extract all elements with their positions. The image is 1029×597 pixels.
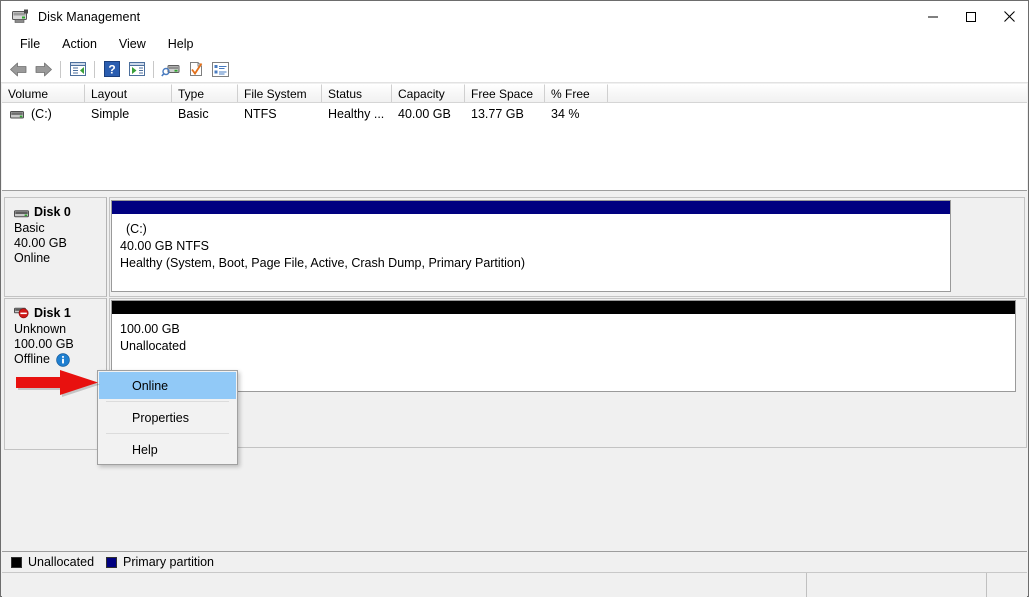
cell-file-system: NTFS [238, 107, 322, 121]
cell-free-space: 13.77 GB [465, 107, 545, 121]
column-header-percent-free[interactable]: % Free [545, 84, 608, 102]
partition-unallocated-details: 100.00 GB Unallocated [112, 314, 1015, 355]
forward-icon[interactable] [31, 58, 56, 81]
cell-layout: Simple [85, 107, 172, 121]
partition-c-size: 40.00 GB NTFS [120, 238, 950, 255]
menu-bar: File Action View Help [1, 32, 1028, 56]
close-button[interactable] [990, 1, 1028, 32]
status-pane-3 [987, 573, 1027, 597]
legend-item-primary-partition: Primary partition [106, 555, 214, 569]
disk-1-status-row: Offline [5, 352, 106, 367]
column-header-capacity[interactable]: Capacity [392, 84, 465, 102]
disk-1-name: Disk 1 [34, 306, 71, 320]
context-menu-item-online[interactable]: Online [99, 372, 236, 399]
minimize-button[interactable] [914, 1, 952, 32]
maximize-button[interactable] [952, 1, 990, 32]
disk-1-partition-area: 100.00 GB Unallocated [109, 298, 1027, 448]
column-header-status[interactable]: Status [322, 84, 392, 102]
column-header-type[interactable]: Type [172, 84, 238, 102]
cell-capacity: 40.00 GB [392, 107, 465, 121]
column-header-free-space[interactable]: Free Space [465, 84, 545, 102]
window-title: Disk Management [38, 10, 140, 24]
volume-drive-icon [10, 109, 24, 119]
toolbar: ? [1, 56, 1028, 83]
legend-label-unallocated: Unallocated [28, 555, 94, 569]
context-menu-separator [106, 433, 229, 434]
cell-volume: (C:) [2, 107, 85, 121]
disk-0-type: Basic [5, 221, 106, 236]
context-menu-item-help[interactable]: Help [99, 436, 236, 463]
context-menu-separator [106, 401, 229, 402]
window-controls [914, 1, 1028, 32]
disk-1-title: Disk 1 [5, 299, 106, 322]
disk-1-size: 100.00 GB [5, 337, 106, 352]
rescan-disks-icon[interactable] [158, 58, 183, 81]
partition-unallocated-size: 100.00 GB [120, 321, 1015, 338]
legend: Unallocated Primary partition [2, 551, 1027, 572]
cell-percent-free: 34 % [545, 107, 608, 121]
menu-action[interactable]: Action [51, 34, 108, 54]
column-header-volume[interactable]: Volume [2, 84, 85, 102]
column-header-file-system[interactable]: File System [238, 84, 322, 102]
legend-swatch-primary-partition [106, 557, 117, 568]
partition-c-details: (C:) 40.00 GB NTFS Healthy (System, Boot… [112, 214, 950, 272]
partition-unallocated[interactable]: 100.00 GB Unallocated [111, 300, 1016, 392]
disk-1-status: Offline [14, 352, 50, 367]
volume-list-header: Volume Layout Type File System Status Ca… [2, 84, 1027, 103]
svg-text:?: ? [108, 63, 115, 77]
context-menu-item-properties[interactable]: Properties [99, 404, 236, 431]
cell-volume-label: (C:) [31, 107, 52, 121]
disk-management-window: Disk Management File Action View Help [0, 0, 1029, 597]
table-row[interactable]: (C:) Simple Basic NTFS Healthy ... 40.00… [2, 103, 1027, 124]
partition-c-color-bar [112, 201, 950, 214]
title-bar: Disk Management [1, 1, 1028, 32]
disk-row-0: Disk 0 Basic 40.00 GB Online (C:) 40.00 … [2, 196, 1027, 298]
cell-type: Basic [172, 107, 238, 121]
disk-0-info-panel[interactable]: Disk 0 Basic 40.00 GB Online [4, 197, 107, 297]
volume-list: Volume Layout Type File System Status Ca… [2, 84, 1027, 191]
toolbar-separator [60, 61, 61, 78]
legend-label-primary-partition: Primary partition [123, 555, 214, 569]
legend-swatch-unallocated [11, 557, 22, 568]
back-icon[interactable] [6, 58, 31, 81]
menu-help[interactable]: Help [157, 34, 205, 54]
status-pane-2 [807, 573, 987, 597]
disk-0-name: Disk 0 [34, 205, 71, 219]
partition-unallocated-color-bar [112, 301, 1015, 314]
column-header-filler [608, 84, 1027, 102]
partition-c-status: Healthy (System, Boot, Page File, Active… [120, 255, 950, 272]
disk-0-partition-area: (C:) 40.00 GB NTFS Healthy (System, Boot… [109, 197, 1025, 297]
show-hide-console-tree-icon[interactable] [65, 58, 90, 81]
status-pane-1 [2, 573, 807, 597]
help-icon[interactable]: ? [99, 58, 124, 81]
toolbar-separator [94, 61, 95, 78]
cell-status: Healthy ... [322, 107, 392, 121]
properties-icon[interactable] [183, 58, 208, 81]
partition-c-label: (C:) [120, 221, 950, 238]
disk-0-status: Online [5, 251, 106, 266]
disk-management-icon [12, 9, 29, 24]
partition-c[interactable]: (C:) 40.00 GB NTFS Healthy (System, Boot… [111, 200, 951, 292]
list-view-icon[interactable] [208, 58, 233, 81]
menu-file[interactable]: File [9, 34, 51, 54]
red-arrow-annotation [14, 367, 100, 402]
disk-1-type: Unknown [5, 322, 106, 337]
hard-disk-error-icon [14, 307, 30, 319]
legend-item-unallocated: Unallocated [11, 555, 94, 569]
hard-disk-icon [14, 208, 29, 217]
partition-unallocated-status: Unallocated [120, 338, 1015, 355]
disk-0-title: Disk 0 [5, 198, 106, 221]
column-header-layout[interactable]: Layout [85, 84, 172, 102]
show-hide-action-pane-icon[interactable] [124, 58, 149, 81]
toolbar-separator [153, 61, 154, 78]
menu-view[interactable]: View [108, 34, 157, 54]
disk-0-size: 40.00 GB [5, 236, 106, 251]
status-bar [2, 572, 1027, 597]
information-icon[interactable] [56, 353, 70, 367]
disk-1-context-menu: Online Properties Help [97, 370, 238, 465]
